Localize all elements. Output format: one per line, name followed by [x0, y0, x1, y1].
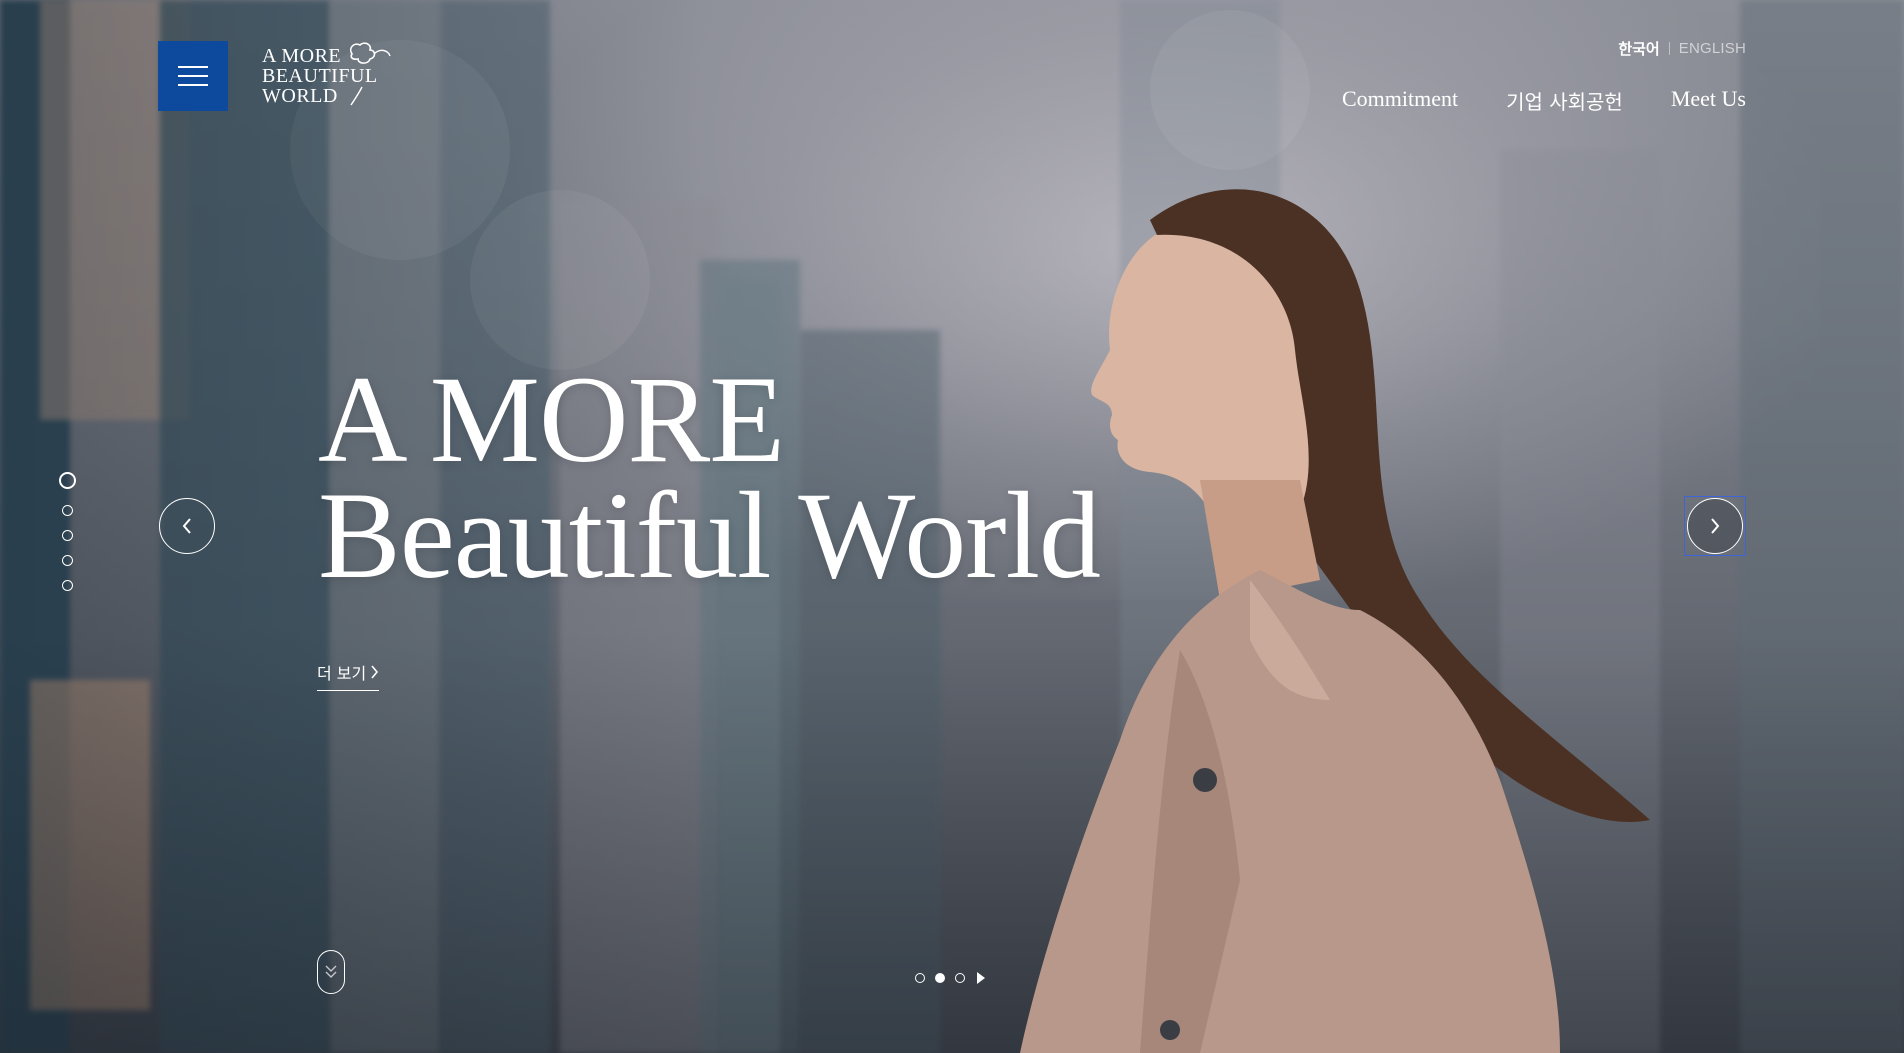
- slide-pagination: [915, 972, 985, 984]
- prev-slide-button[interactable]: [159, 498, 215, 554]
- language-switcher: 한국어 ENGLISH: [1618, 38, 1746, 59]
- section-dot-2[interactable]: [62, 505, 73, 516]
- nav-meet-us[interactable]: Meet Us: [1671, 86, 1746, 115]
- lang-english[interactable]: ENGLISH: [1679, 40, 1746, 57]
- chevron-right-icon: [1711, 518, 1720, 534]
- hamburger-icon: [178, 66, 208, 86]
- scroll-down-button[interactable]: [317, 950, 345, 994]
- lang-divider: [1668, 42, 1670, 55]
- nav-commitment[interactable]: Commitment: [1342, 86, 1458, 115]
- slide-dot-1[interactable]: [915, 973, 925, 983]
- lang-korean[interactable]: 한국어: [1618, 38, 1659, 59]
- main-page: A MORE BEAUTIFUL WORLD 한국어 ENGLISH Commi…: [0, 0, 1904, 1053]
- section-dot-1[interactable]: [59, 472, 76, 489]
- section-dot-4[interactable]: [62, 555, 73, 566]
- more-link[interactable]: 더 보기: [317, 660, 380, 691]
- hero-title: A MORE Beautiful World: [318, 351, 1101, 604]
- chevron-left-icon: [182, 518, 191, 534]
- logo-stroke-icon: [350, 86, 363, 106]
- logo-flower-icon: [349, 42, 391, 64]
- chevron-right-icon: [371, 665, 379, 679]
- hero-title-line-2: Beautiful World: [318, 467, 1101, 604]
- slide-dot-3[interactable]: [955, 973, 965, 983]
- play-icon[interactable]: [977, 972, 985, 984]
- hero-title-line-1: A MORE: [318, 351, 785, 488]
- slide-dot-2[interactable]: [935, 973, 945, 983]
- nav-social-contribution[interactable]: 기업 사회공헌: [1506, 86, 1623, 115]
- section-dot-5[interactable]: [62, 580, 73, 591]
- section-dot-3[interactable]: [62, 530, 73, 541]
- menu-button[interactable]: [158, 41, 228, 111]
- double-chevron-down-icon: [325, 965, 337, 978]
- main-nav: Commitment 기업 사회공헌 Meet Us: [1342, 86, 1746, 115]
- woman-silhouette: [1020, 189, 1650, 1053]
- logo-line-2: BEAUTIFUL: [262, 65, 378, 87]
- logo[interactable]: A MORE BEAUTIFUL WORLD: [262, 42, 402, 112]
- more-link-label: 더 보기: [317, 664, 367, 683]
- next-slide-button[interactable]: [1687, 498, 1743, 554]
